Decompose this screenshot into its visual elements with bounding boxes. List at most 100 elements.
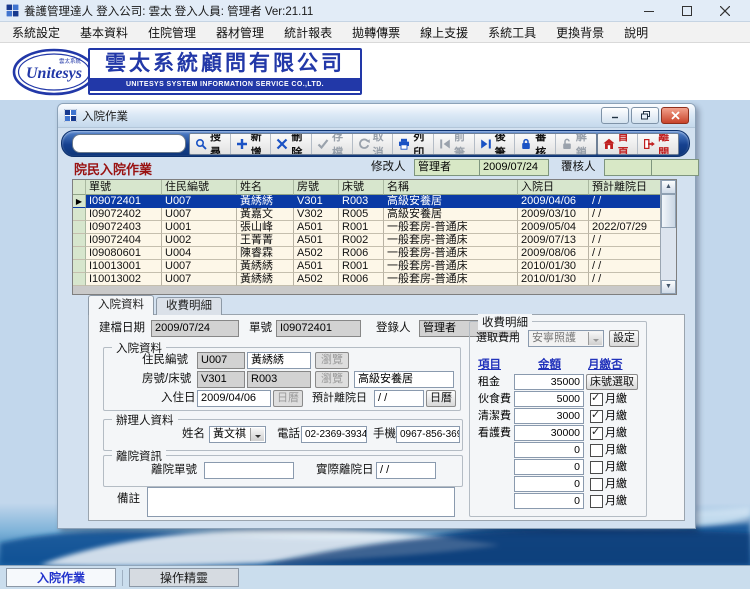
table-row[interactable]: ▶ I09072401 U007 黃綉綉 V301 R003 高級安養居 2009/04/06… [73, 195, 661, 208]
maximize-button[interactable] [668, 0, 706, 21]
fee-amount-input[interactable] [514, 493, 584, 509]
audit-button[interactable]: 審核 [515, 133, 556, 154]
monthly-checkbox[interactable] [590, 478, 603, 491]
menu-item[interactable]: 器材管理 [206, 22, 274, 43]
discharge-docno-field[interactable] [204, 462, 294, 479]
note-textarea[interactable] [147, 487, 455, 517]
taskbar-tab[interactable]: 入院作業 [6, 568, 116, 587]
room-name-field[interactable]: 高級安養居 [354, 371, 454, 388]
resident-id-field: U007 [197, 352, 245, 369]
monthly-checkbox[interactable] [590, 408, 603, 423]
close-button[interactable] [706, 0, 744, 21]
table-cell: 黃嘉文 [237, 208, 294, 221]
table-row[interactable]: I09072402 U007 黃嘉文 V302 R005 高級安養居 2009/03/10/… [73, 208, 661, 221]
checkin-date-field[interactable]: 2009/04/06 [197, 390, 271, 407]
fee-amount-input[interactable] [514, 391, 584, 407]
fee-row: 租金 床號選取 [470, 374, 646, 391]
banner: Unitesys 雲太系統 雲太系統顧問有限公司 UNITESYS SYSTEM… [0, 43, 750, 100]
row-selector [73, 247, 86, 260]
company-name-en: UNITESYS SYSTEM INFORMATION SERVICE CO.,… [90, 78, 360, 91]
modifier-name-field: 管理者 [414, 159, 480, 176]
menu-item[interactable]: 線上支援 [410, 22, 478, 43]
monthly-checkbox[interactable] [590, 391, 603, 406]
taskbar-tab[interactable]: 操作精靈 [129, 568, 239, 587]
add-button[interactable]: 新增 [230, 133, 272, 154]
room-browse-button: 瀏覽 [315, 371, 349, 388]
handler-group: 辦理人資料 姓名 黃文祺 電話 02-2369-3934 手機 0967-856… [103, 412, 463, 451]
table-cell: R006 [339, 273, 384, 286]
handler-name-combo[interactable]: 黃文祺 [209, 426, 266, 443]
fee-amount-input[interactable] [514, 442, 584, 458]
menu-item[interactable]: 基本資料 [70, 22, 138, 43]
menu-item[interactable]: 住院管理 [138, 22, 206, 43]
table-cell: A501 [294, 260, 339, 273]
fee-amount-input[interactable] [514, 425, 584, 441]
scroll-up-button[interactable]: ▲ [661, 180, 676, 194]
phone-field[interactable]: 02-2369-3934 [301, 426, 367, 443]
fee-amount-input[interactable] [514, 408, 584, 424]
tab-active[interactable]: 入院資料 [88, 295, 154, 315]
doc-close-button[interactable] [661, 107, 689, 124]
fee-col-amount: 金額 [538, 359, 561, 371]
monthly-checkbox[interactable] [590, 461, 603, 474]
table-row[interactable]: I09072403 U001 張山峰 A501 R001 一般套房-普通床 2009/05/… [73, 221, 661, 234]
table-cell: 黃綉綉 [237, 195, 294, 208]
logo-small-text: 雲太系統 [59, 57, 82, 65]
table-row[interactable]: I10013001 U007 黃綉綉 A501 R001 一般套房-普通床 2010/01/… [73, 260, 661, 273]
fee-settings-button[interactable]: 設定 [609, 330, 639, 347]
bottom-taskbar: 入院作業 操作精靈 [0, 565, 750, 589]
print-button[interactable]: 列印 [393, 133, 434, 154]
delete-button[interactable]: 刪除 [271, 133, 312, 154]
resident-name-field[interactable]: 黃綉綉 [247, 352, 311, 369]
exit-button[interactable]: 離開 [638, 133, 678, 154]
mobile-label: 手機 [373, 428, 396, 440]
monthly-checkbox[interactable] [590, 444, 603, 457]
scroll-down-button[interactable]: ▼ [661, 280, 676, 294]
tab-inactive[interactable]: 收費明細 [156, 297, 222, 315]
monthly-checkbox[interactable] [590, 495, 603, 508]
search-button[interactable]: 搜尋 [190, 133, 231, 154]
table-cell: 高級安養居 [384, 195, 518, 208]
actual-leave-field[interactable]: / / [376, 462, 436, 479]
main-titlebar: 養護管理達人 登入公司: 雲太 登入人員: 管理者 Ver:21.11 [0, 0, 750, 22]
menu-item[interactable]: 說明 [614, 22, 658, 43]
unitesys-logo: Unitesys 雲太系統 [12, 48, 96, 96]
bed-select-button[interactable]: 床號選取 [586, 374, 638, 390]
reviewer-name-field [604, 159, 652, 176]
monthly-checkbox[interactable] [590, 425, 603, 440]
menu-item[interactable]: 系統設定 [2, 22, 70, 43]
phone-label: 電話 [277, 428, 300, 440]
monthly-label: 月繳 [605, 427, 627, 439]
fee-amount-input[interactable] [514, 374, 584, 390]
table-scrollbar[interactable]: ▲ ▼ [660, 180, 676, 294]
logo-script-text: Unitesys [26, 65, 82, 82]
menu-item[interactable]: 更換背景 [546, 22, 614, 43]
menu-item[interactable]: 拋轉傳票 [342, 22, 410, 43]
table-row[interactable]: I10013002 U007 黃綉綉 A502 R006 一般套房-普通床 2010/01/… [73, 273, 661, 286]
toolbar: 搜尋 新增 刪除 存檔 取消 列印 前筆 後筆 審核 解鎖 首頁 離開 [61, 130, 690, 157]
expected-leave-field[interactable]: / / [374, 390, 424, 407]
fee-row: 清潔費 月繳 [470, 408, 646, 425]
doc-minimize-button[interactable] [601, 107, 629, 124]
menu-item[interactable]: 統計報表 [274, 22, 342, 43]
table-row[interactable]: I09072404 U002 王菁菁 A501 R002 一般套房-普通床 2009/07/… [73, 234, 661, 247]
toolbar-search-input[interactable] [72, 134, 186, 153]
scroll-thumb[interactable] [661, 194, 676, 228]
table-row[interactable]: I09080601 U004 陳睿霖 A502 R006 一般套房-普通床 2009/08/… [73, 247, 661, 260]
handler-name-label: 姓名 [182, 428, 205, 440]
menu-item[interactable]: 系統工具 [478, 22, 546, 43]
room-field: V301 [197, 371, 245, 388]
next-record-button[interactable]: 後筆 [474, 133, 516, 154]
created-date-label: 建檔日期 [99, 322, 145, 334]
doc-restore-button[interactable] [631, 107, 659, 124]
mobile-field[interactable]: 0967-856-369 [396, 426, 460, 443]
row-selector [73, 260, 86, 273]
expected-leave-calendar-button[interactable]: 日曆 [426, 390, 456, 407]
chevron-down-icon[interactable] [250, 428, 264, 441]
fee-type-combo: 安寧照護 [528, 330, 604, 347]
home-button[interactable]: 首頁 [597, 133, 639, 154]
fee-amount-input[interactable] [514, 476, 584, 492]
fee-amount-input[interactable] [514, 459, 584, 475]
fee-item-label: 租金 [478, 376, 500, 388]
minimize-button[interactable] [630, 0, 668, 21]
